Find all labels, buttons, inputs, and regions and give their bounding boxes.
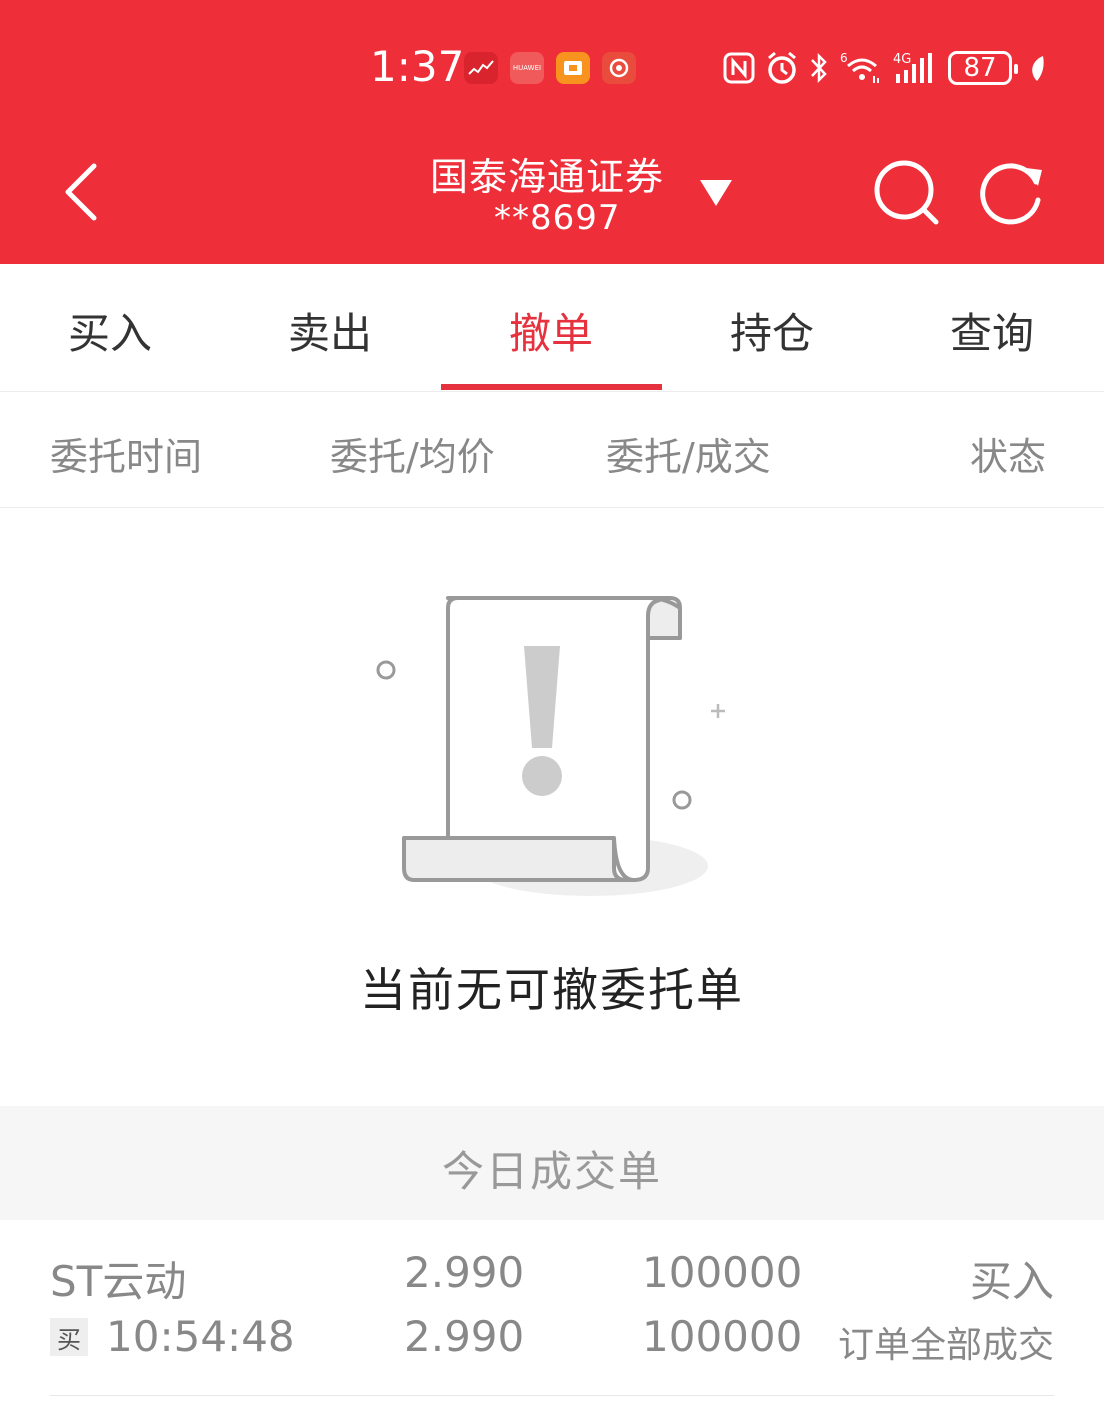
- trade-time: 10:54:48: [106, 1312, 295, 1361]
- back-button[interactable]: [58, 160, 108, 224]
- trade-direction: 买入: [969, 1257, 1054, 1306]
- tab-sell[interactable]: 卖出: [220, 300, 440, 361]
- column-order-time: 委托时间: [50, 435, 203, 479]
- trade-status: 订单全部成交: [837, 1325, 1054, 1366]
- status-right: 6 4G 87: [722, 48, 1046, 88]
- tab-positions[interactable]: 持仓: [662, 300, 882, 361]
- huawei-icon: HUAWEI: [510, 52, 544, 84]
- column-headers: 委托时间 委托/均价 委托/成交 状态: [0, 392, 1104, 508]
- back-arrow-icon: [65, 163, 97, 221]
- tab-cancel-order[interactable]: 撤单: [441, 300, 661, 361]
- app-stock-icon: [464, 52, 498, 84]
- leaf-icon: [1028, 48, 1046, 88]
- status-time: 1:37: [370, 42, 465, 91]
- today-trades-title: 今日成交单: [441, 1147, 662, 1196]
- nfc-icon: [722, 48, 756, 88]
- today-trades-header: 今日成交单: [0, 1106, 1104, 1220]
- trade-row[interactable]: ST云动 买 10:54:48 2.990 2.990 100000 10000…: [50, 1240, 1054, 1396]
- stock-name: ST云动: [50, 1257, 187, 1306]
- account-dropdown-button[interactable]: [698, 178, 734, 208]
- column-order-avg-price: 委托/均价: [330, 435, 495, 479]
- avg-price: 2.990: [404, 1312, 525, 1361]
- tab-query[interactable]: 查询: [882, 300, 1102, 361]
- search-button[interactable]: [872, 158, 942, 228]
- empty-message: 当前无可撤委托单: [360, 963, 744, 1017]
- broker-title[interactable]: 国泰海通证券: [430, 146, 664, 201]
- battery-icon: 87: [948, 51, 1018, 85]
- signal-4g-icon: 4G: [892, 48, 940, 88]
- svg-text:6: 6: [840, 51, 848, 65]
- status-apps: HUAWEI: [464, 52, 636, 84]
- app-header: 1:37 HUAWEI 6 4G 87 国泰海通证券 **8697: [0, 0, 1104, 264]
- side-tag: 买: [50, 1318, 88, 1356]
- app-card-icon: [556, 52, 590, 84]
- order-price: 2.990: [404, 1248, 525, 1297]
- wifi-icon: 6: [838, 48, 884, 88]
- column-status: 状态: [970, 435, 1047, 479]
- account-number[interactable]: **8697: [494, 198, 621, 238]
- search-icon: [874, 160, 939, 225]
- active-tab-indicator: [441, 384, 662, 390]
- refresh-icon: [980, 163, 1042, 225]
- column-order-filled: 委托/成交: [606, 435, 771, 479]
- alarm-icon: [764, 48, 800, 88]
- bluetooth-icon: [808, 48, 830, 88]
- empty-scroll-icon: [370, 586, 740, 906]
- order-qty: 100000: [642, 1248, 803, 1297]
- tab-buy[interactable]: 买入: [0, 300, 220, 361]
- svg-text:4G: 4G: [893, 52, 911, 67]
- app-circle-icon: [602, 52, 636, 84]
- refresh-button[interactable]: [980, 160, 1050, 226]
- filled-qty: 100000: [642, 1312, 803, 1361]
- trade-tabs: 买入 卖出 撤单 持仓 查询: [0, 264, 1104, 392]
- triangle-down-icon: [700, 180, 732, 206]
